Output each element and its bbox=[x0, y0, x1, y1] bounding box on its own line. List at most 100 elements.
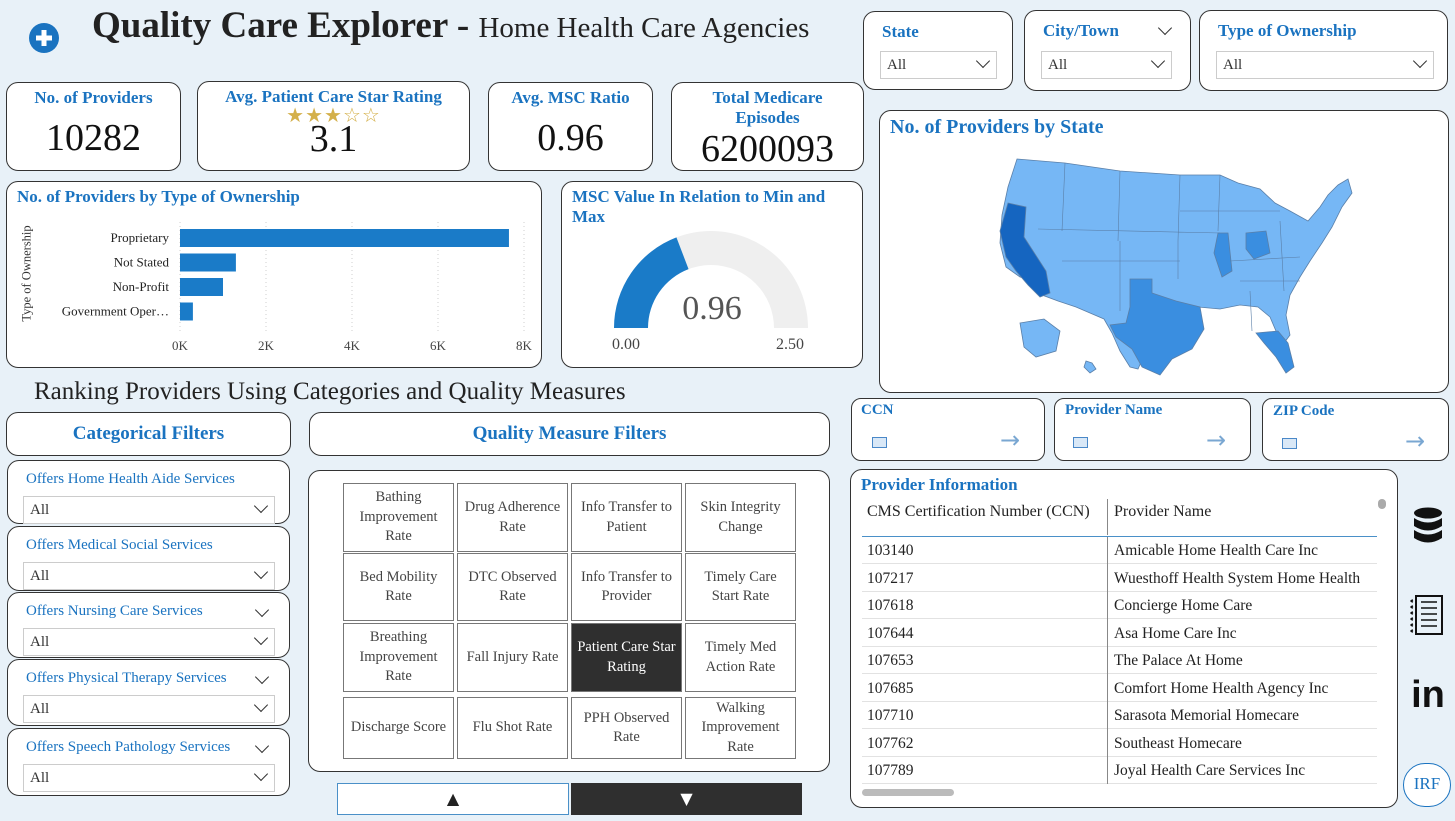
cell-ccn: 107653 bbox=[867, 652, 914, 669]
cell-ccn: 107685 bbox=[867, 679, 914, 697]
notes-icon bbox=[1410, 595, 1443, 635]
map-state-hawaii[interactable] bbox=[1083, 360, 1097, 374]
chevron-down-icon bbox=[1150, 53, 1166, 69]
categorical-filters-header: Categorical Filters bbox=[6, 412, 291, 456]
quality-measure-button[interactable]: Discharge Score bbox=[343, 697, 454, 759]
cell-provider-name: Sarasota Memorial Homecare bbox=[1114, 707, 1300, 724]
table-row[interactable]: 103140 Amicable Home Health Care Inc bbox=[862, 537, 1377, 564]
kpi-episodes-label: Total Medicare Episodes bbox=[712, 88, 823, 127]
kpi-providers-label: No. of Providers bbox=[34, 88, 153, 107]
chevron-down-icon[interactable] bbox=[1157, 20, 1173, 36]
quality-measure-button[interactable]: Skin Integrity Change bbox=[685, 483, 796, 552]
category-label: Proprietary bbox=[111, 230, 170, 245]
ownership-slicer-label: Type of Ownership bbox=[1218, 21, 1357, 40]
zip-search-card: ZIP Code → bbox=[1262, 398, 1449, 461]
horizontal-scrollbar[interactable] bbox=[862, 789, 954, 796]
sort-up-button[interactable]: ▲ bbox=[337, 783, 569, 815]
quality-measure-button[interactable]: Breathing Improvement Rate bbox=[343, 623, 454, 692]
quality-measure-button[interactable]: DTC Observed Rate bbox=[457, 553, 568, 621]
chevron-down-icon[interactable] bbox=[254, 669, 270, 685]
quality-measure-button[interactable]: Bathing Improvement Rate bbox=[343, 483, 454, 552]
title-main: Quality Care Explorer bbox=[92, 5, 448, 46]
column-header-provider-name[interactable]: Provider Name bbox=[1114, 503, 1211, 521]
provider-table-header: CMS Certification Number (CCN) Provider … bbox=[862, 497, 1377, 537]
ccn-search-input[interactable] bbox=[872, 437, 887, 448]
table-row[interactable]: 107789 Joyal Health Care Services Inc bbox=[862, 757, 1377, 784]
map-state-alaska[interactable] bbox=[1019, 318, 1061, 358]
categorical-filter-dropdown[interactable]: All bbox=[23, 496, 275, 524]
categorical-filter-dropdown[interactable]: All bbox=[23, 628, 275, 656]
quality-measure-button[interactable]: Info Transfer to Provider bbox=[571, 553, 682, 621]
cell-provider-name: Joyal Health Care Services Inc bbox=[1114, 762, 1306, 779]
quality-measure-button[interactable]: Bed Mobility Rate bbox=[343, 553, 454, 621]
categorical-filter-dropdown[interactable]: All bbox=[23, 562, 275, 590]
categorical-filter-label: Offers Speech Pathology Services bbox=[26, 739, 231, 755]
gauge-value: 0.96 bbox=[682, 290, 742, 327]
quality-measure-button[interactable]: Flu Shot Rate bbox=[457, 697, 568, 759]
kpi-msc-value: 0.96 bbox=[537, 117, 604, 159]
category-label: Not Stated bbox=[114, 255, 170, 270]
chevron-down-icon bbox=[253, 498, 269, 514]
arrow-right-icon[interactable]: → bbox=[1206, 426, 1226, 454]
map-card: No. of Providers by State bbox=[879, 110, 1449, 393]
table-row[interactable]: 107762 Southeast Homecare bbox=[862, 730, 1377, 757]
categorical-filter-value: All bbox=[30, 701, 50, 717]
cell-provider-name: Asa Home Care Inc bbox=[1114, 624, 1237, 642]
chevron-down-icon[interactable] bbox=[254, 738, 270, 754]
quality-measure-button[interactable]: Walking Improvement Rate bbox=[685, 697, 796, 759]
categorical-filter-value: All bbox=[30, 634, 50, 650]
categorical-filter-dropdown[interactable]: All bbox=[23, 695, 275, 723]
zip-search-label: ZIP Code bbox=[1273, 403, 1335, 419]
add-button[interactable] bbox=[28, 22, 60, 54]
categorical-filter: Offers Nursing Care Services All bbox=[7, 592, 290, 658]
quality-measure-button[interactable]: Timely Med Action Rate bbox=[685, 623, 796, 692]
notes-button[interactable] bbox=[1407, 592, 1447, 640]
cell-provider-name: Amicable Home Health Care Inc bbox=[1114, 542, 1318, 559]
quality-measure-button[interactable]: PPH Observed Rate bbox=[571, 697, 682, 759]
name-search-input[interactable] bbox=[1073, 437, 1088, 448]
quality-measure-button[interactable]: Timely Care Start Rate bbox=[685, 553, 796, 621]
bar[interactable] bbox=[180, 302, 193, 321]
cell-ccn: 107644 bbox=[867, 624, 914, 642]
column-header-ccn[interactable]: CMS Certification Number (CCN) bbox=[867, 503, 1090, 521]
irf-button[interactable]: IRF bbox=[1403, 763, 1451, 807]
quality-measure-button[interactable]: Fall Injury Rate bbox=[457, 623, 568, 692]
quality-measure-button[interactable]: Patient Care Star Rating bbox=[571, 623, 682, 692]
vertical-scrollbar[interactable] bbox=[1378, 499, 1386, 509]
ranking-heading: Ranking Providers Using Categories and Q… bbox=[34, 378, 626, 405]
cell-ccn: 103140 bbox=[867, 542, 914, 559]
sort-down-button[interactable]: ▼ bbox=[571, 783, 802, 815]
quality-measure-button[interactable]: Drug Adherence Rate bbox=[457, 483, 568, 552]
city-dropdown[interactable]: All bbox=[1041, 51, 1172, 79]
bar[interactable] bbox=[180, 278, 223, 296]
table-row[interactable]: 107217 Wuesthoff Health System Home Healt… bbox=[862, 565, 1377, 592]
kpi-episodes: Total Medicare Episodes 6200093 bbox=[671, 82, 864, 171]
database-button[interactable] bbox=[1409, 505, 1447, 549]
table-row[interactable]: 107653 The Palace At Home bbox=[862, 647, 1377, 674]
table-row[interactable]: 107644 Asa Home Care Inc bbox=[862, 620, 1377, 647]
state-dropdown-value: All bbox=[887, 57, 907, 73]
zip-search-input[interactable] bbox=[1282, 438, 1297, 449]
provider-table-title: Provider Information bbox=[861, 475, 1018, 494]
cell-provider-name: The Palace At Home bbox=[1114, 652, 1243, 669]
arrow-right-icon[interactable]: → bbox=[1000, 426, 1020, 454]
us-state-map[interactable] bbox=[880, 111, 1448, 392]
quality-measure-button[interactable]: Info Transfer to Patient bbox=[571, 483, 682, 552]
categorical-filter-value: All bbox=[30, 502, 50, 518]
gauge-card: MSC Value In Relation to Min and Max 0.9… bbox=[561, 181, 863, 368]
table-row[interactable]: 107710 Sarasota Memorial Homecare bbox=[862, 702, 1377, 729]
bar[interactable] bbox=[180, 229, 509, 247]
ownership-chart-card: No. of Providers by Type of Ownership Ty… bbox=[6, 181, 542, 368]
bar[interactable] bbox=[180, 253, 236, 272]
arrow-right-icon[interactable]: → bbox=[1405, 427, 1425, 455]
kpi-star-value: 3.1 bbox=[309, 118, 358, 160]
table-row[interactable]: 107618 Concierge Home Care bbox=[862, 592, 1377, 619]
arrow-down-icon: ▼ bbox=[680, 789, 693, 808]
state-dropdown[interactable]: All bbox=[880, 51, 997, 79]
chevron-down-icon[interactable] bbox=[254, 602, 270, 618]
ownership-dropdown[interactable]: All bbox=[1216, 51, 1434, 79]
linkedin-button[interactable]: in bbox=[1408, 672, 1448, 718]
chevron-down-icon bbox=[1412, 53, 1428, 69]
table-row[interactable]: 107685 Comfort Home Health Agency Inc bbox=[862, 675, 1377, 702]
categorical-filter-dropdown[interactable]: All bbox=[23, 764, 275, 792]
